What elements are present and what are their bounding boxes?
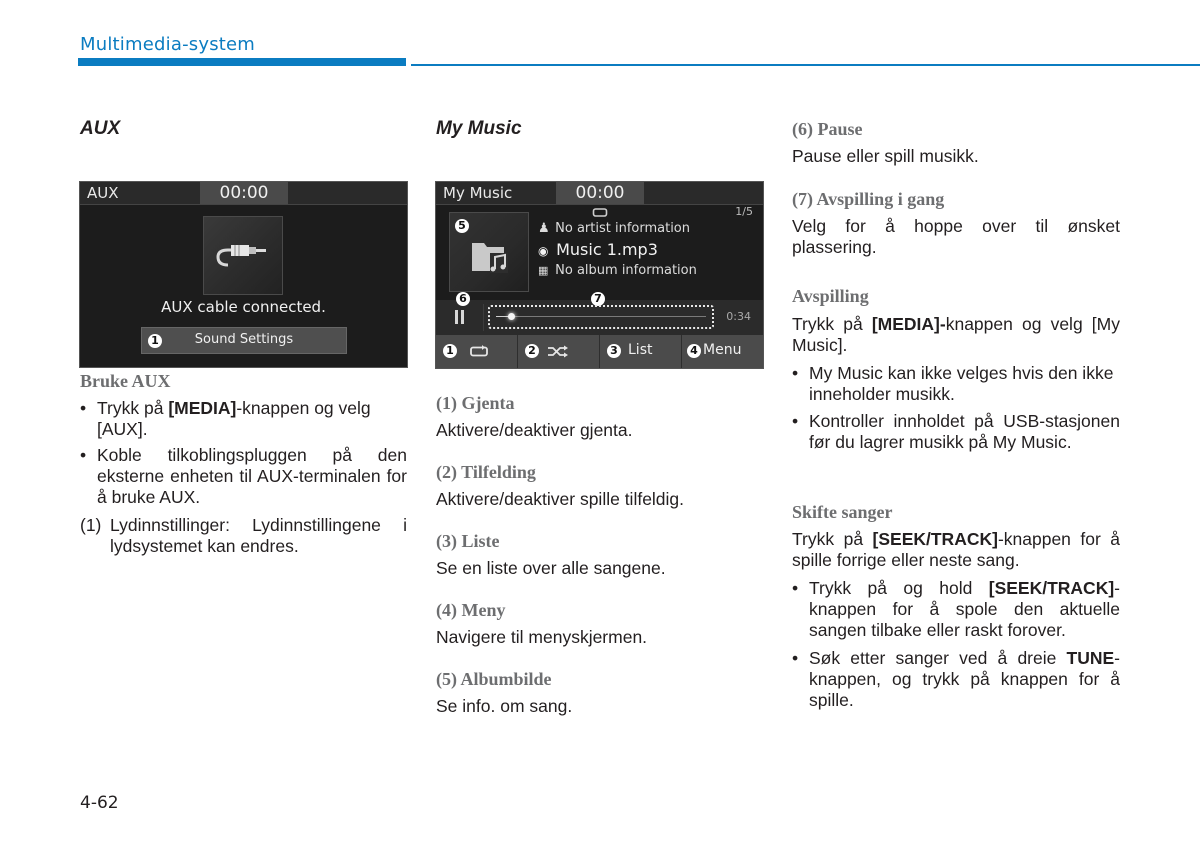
repeat-icon bbox=[470, 345, 488, 357]
callout-7: 7 bbox=[591, 292, 605, 306]
media-key-label: [MEDIA] bbox=[168, 398, 237, 418]
item-text: Navigere til menyskjermen. bbox=[436, 627, 648, 647]
aux-clock: 00:00 bbox=[200, 182, 288, 204]
change-songs-intro: Trykk på [SEEK/TRACK]-knappen for å spil… bbox=[792, 529, 1120, 570]
song-line: ◉ Music 1.mp3 bbox=[538, 240, 658, 259]
mymusic-screen-topbar: My Music 00:00 bbox=[436, 182, 763, 205]
repeat-status-icon bbox=[592, 208, 608, 217]
repeat-button[interactable]: 1 bbox=[436, 335, 518, 368]
playback-bar: 6 7 0:34 bbox=[436, 292, 763, 335]
pause-button[interactable] bbox=[453, 310, 467, 325]
artist-text: No artist information bbox=[555, 221, 691, 236]
album-icon: ▦ bbox=[538, 264, 549, 277]
track-count: 1/5 bbox=[735, 205, 753, 218]
artist-icon: ♟ bbox=[538, 221, 550, 236]
shuffle-icon bbox=[548, 345, 568, 358]
playback-heading: Avspilling bbox=[792, 286, 869, 306]
artist-line: ♟ No artist information bbox=[538, 221, 690, 236]
mymusic-screen: My Music 00:00 5 1/5 ♟ No artist informa… bbox=[435, 181, 764, 369]
item-heading: (2) Tilfelding bbox=[436, 462, 536, 482]
item-heading: (5) Albumbilde bbox=[436, 669, 552, 689]
aux-note: (1) Lydinnstillinger: Lydinnstillingene … bbox=[80, 515, 407, 556]
aux-screen: AUX 00:00 AUX cable connected. 1 Sound S… bbox=[79, 181, 408, 368]
item-text: Aktivere/deaktiver gjenta. bbox=[436, 420, 633, 440]
elapsed-time: 0:34 bbox=[726, 310, 751, 323]
aux-bullet: • Koble tilkoblingspluggen på den ekster… bbox=[80, 445, 407, 507]
album-text: No album information bbox=[555, 263, 697, 278]
aux-cable-icon bbox=[203, 216, 283, 295]
change-songs-heading: Skifte sanger bbox=[792, 502, 893, 522]
progress-track bbox=[496, 316, 706, 317]
song-icon: ◉ bbox=[538, 244, 549, 258]
item-text: Se info. om sang. bbox=[436, 696, 573, 716]
sound-settings-label: Sound Settings bbox=[194, 332, 294, 347]
aux-mode-label: AUX bbox=[87, 184, 119, 202]
item-text: Se en liste over alle sangene. bbox=[436, 558, 666, 578]
menu-button[interactable]: 4 Menu bbox=[682, 335, 763, 368]
aux-screen-topbar: AUX 00:00 bbox=[80, 182, 407, 205]
item-heading: (7) Avspilling i gang bbox=[792, 189, 945, 209]
item-heading: (6) Pause bbox=[792, 119, 863, 139]
callout-6: 6 bbox=[456, 292, 470, 306]
list-button[interactable]: 3 List bbox=[600, 335, 682, 368]
album-line: ▦ No album information bbox=[538, 263, 697, 278]
mymusic-button-row: 1 2 3 List 4 Menu bbox=[436, 335, 763, 368]
item-heading: (3) Liste bbox=[436, 531, 500, 551]
change-songs-bullet: • Søk etter sanger ved å dreie TUNE-knap… bbox=[792, 648, 1120, 710]
shuffle-button[interactable]: 2 bbox=[518, 335, 600, 368]
mymusic-clock: 00:00 bbox=[556, 182, 644, 204]
item-text: Aktivere/deaktiver spille tilfeldig. bbox=[436, 489, 685, 509]
section-header-title: Multimedia-system bbox=[80, 34, 256, 55]
change-songs-bullet: • Trykk på og hold [SEEK/TRACK]-knappen … bbox=[792, 578, 1120, 640]
header-rule-thick bbox=[78, 58, 406, 66]
item-text: Velg for å hoppe over til ønsket plasser… bbox=[792, 216, 1120, 257]
item-heading: (4) Meny bbox=[436, 600, 506, 620]
aux-bullet: • Trykk på [MEDIA]-knappen og velg [AUX]… bbox=[80, 398, 371, 439]
progress-knob[interactable] bbox=[508, 313, 515, 320]
item-text: Pause eller spill musikk. bbox=[792, 146, 979, 166]
album-art[interactable]: 5 bbox=[449, 212, 529, 292]
song-title: Music 1.mp3 bbox=[556, 240, 658, 259]
header-rule-thin bbox=[411, 64, 1200, 66]
mymusic-section-title: My Music bbox=[436, 118, 522, 139]
callout-5: 5 bbox=[455, 219, 469, 233]
playback-intro: Trykk på [MEDIA]-knappen og velg [My Mus… bbox=[792, 314, 1120, 355]
music-folder-icon bbox=[472, 243, 508, 273]
progress-slider[interactable] bbox=[488, 305, 714, 329]
playback-bullet: • Kontroller innholdet på USB-stasjonen … bbox=[792, 411, 1120, 452]
aux-section-title: AUX bbox=[80, 118, 121, 139]
sound-settings-button[interactable]: 1 Sound Settings bbox=[141, 327, 347, 354]
mymusic-mode-label: My Music bbox=[443, 184, 513, 202]
aux-subheading: Bruke AUX bbox=[80, 371, 171, 391]
playback-bullet: • My Music kan ikke velges hvis den ikke… bbox=[792, 363, 1114, 404]
aux-status-text: AUX cable connected. bbox=[161, 298, 326, 316]
page-number: 4-62 bbox=[80, 793, 119, 813]
item-heading: (1) Gjenta bbox=[436, 393, 515, 413]
